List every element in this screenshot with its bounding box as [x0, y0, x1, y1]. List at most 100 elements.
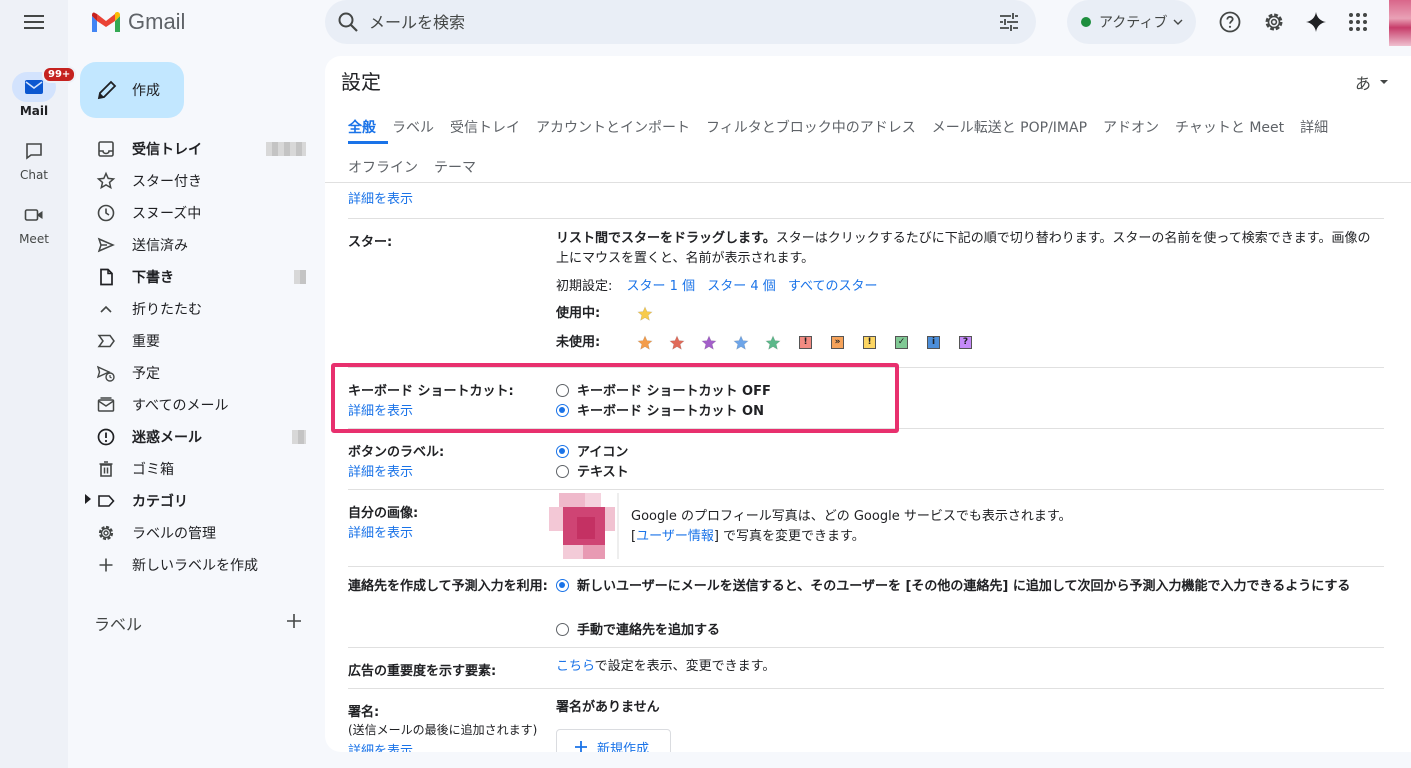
about-me-link[interactable]: ユーザー情報: [636, 529, 714, 544]
preset-all-stars-link[interactable]: すべてのスター: [788, 279, 878, 294]
autocomplete-label: 連絡先を作成して予測入力を利用:: [348, 579, 548, 594]
apps-grid-icon[interactable]: [1346, 10, 1370, 34]
help-icon[interactable]: [1218, 10, 1242, 34]
marker-unused-icon[interactable]: i: [927, 336, 940, 349]
marker-unused-icon[interactable]: ✓: [895, 336, 908, 349]
marker-unused-icon[interactable]: !: [863, 336, 876, 349]
nav-item-collapse[interactable]: 折りたたむ: [80, 293, 320, 325]
autocomplete-auto-option[interactable]: 新しいユーザーにメールを送信すると、そのユーザーを [その他の連絡先] に追加し…: [556, 577, 1382, 597]
radio-shortcuts-off[interactable]: [556, 384, 569, 397]
nav-item-scheduled[interactable]: 予定: [80, 357, 320, 389]
rail-item-meet[interactable]: Meet: [0, 200, 68, 246]
tab-r1-0[interactable]: 全般: [348, 117, 376, 137]
stars-in-use-label: 使用中:: [556, 306, 601, 321]
radio-shortcuts-on[interactable]: [556, 404, 569, 417]
button-labels-icons-option[interactable]: アイコン: [556, 441, 628, 460]
search-icon[interactable]: [337, 11, 359, 33]
ads-text: で設定を表示、変更できます。: [594, 659, 776, 674]
nav-item-important[interactable]: 重要: [80, 325, 320, 357]
search-options-icon[interactable]: [998, 11, 1020, 33]
button-labels-show-details-link[interactable]: 詳細を表示: [348, 461, 413, 480]
nav-item-starred[interactable]: スター付き: [80, 165, 320, 197]
mail-icon: [25, 80, 43, 94]
nav-item-trash[interactable]: ゴミ箱: [80, 453, 320, 485]
gmail-logo[interactable]: Gmail: [90, 9, 185, 35]
signature-show-details-link[interactable]: 詳細を表示: [348, 740, 413, 752]
radio-icons[interactable]: [556, 445, 569, 458]
settings-tabs: 全般 ラベル 受信トレイ アカウントとインポート フィルタとブロック中のアドレス メール転…: [348, 112, 1348, 182]
input-tools-selector[interactable]: あ: [1355, 70, 1389, 94]
active-status-dot: [1081, 17, 1091, 27]
tab-r1-3[interactable]: アカウントとインポート: [536, 117, 690, 137]
tab-r1-8[interactable]: 詳細: [1300, 117, 1328, 137]
expand-caret-icon[interactable]: [84, 494, 92, 504]
star-unused-icon[interactable]: [701, 335, 717, 351]
autocomplete-manual-label: 手動で連絡先を追加する: [577, 623, 721, 638]
radio-text[interactable]: [556, 465, 569, 478]
nav-item-sent[interactable]: 送信済み: [80, 229, 320, 261]
main-menu-icon[interactable]: [22, 12, 46, 32]
prev-show-details-link[interactable]: 詳細を表示: [348, 188, 413, 207]
star-in-use-icon[interactable]: [637, 306, 653, 322]
star-unused-icon[interactable]: [637, 335, 653, 351]
create-new-signature-label: 新規作成: [597, 741, 650, 753]
nav-item-manage-labels[interactable]: ラベルの管理: [80, 517, 320, 549]
profile-picture-pixelated[interactable]: [543, 493, 623, 559]
star-unused-icon[interactable]: [765, 335, 781, 351]
my-picture-show-details-link[interactable]: 詳細を表示: [348, 522, 413, 541]
compose-button[interactable]: 作成: [80, 62, 184, 118]
star-unused-icon[interactable]: [669, 335, 685, 351]
rail-item-chat[interactable]: Chat: [0, 136, 68, 182]
preset-1-star-link[interactable]: スター 1 個: [627, 279, 696, 294]
nav-item-categories[interactable]: カテゴリ: [80, 485, 320, 517]
search-input[interactable]: [369, 12, 969, 32]
signature-sublabel: (送信メールの最後に追加されます): [348, 723, 538, 737]
label-tag-icon: [98, 495, 115, 507]
account-avatar[interactable]: [1389, 0, 1411, 46]
shortcuts-off-label: キーボード ショートカット OFF: [577, 384, 771, 399]
ads-settings-link[interactable]: こちら: [556, 659, 595, 674]
nav-item-spam[interactable]: 迷惑メール: [80, 421, 320, 453]
nav-label: 迷惑メール: [132, 430, 202, 446]
compose-label: 作成: [132, 83, 160, 99]
tab-r1-7[interactable]: チャットと Meet: [1175, 117, 1284, 137]
tab-r1-4[interactable]: フィルタとブロック中のアドレス: [706, 117, 916, 137]
marker-unused-icon[interactable]: !: [799, 336, 812, 349]
divider: [348, 489, 1384, 490]
settings-gear-icon[interactable]: [1262, 10, 1286, 34]
nav-label: スター付き: [132, 174, 202, 190]
marker-unused-icon[interactable]: ?: [959, 336, 972, 349]
gemini-sparkle-icon[interactable]: [1304, 10, 1328, 34]
tab-r1-5[interactable]: メール転送と POP/IMAP: [932, 117, 1087, 137]
star-outline-icon: [96, 171, 116, 190]
nav-item-inbox[interactable]: 受信トレイ: [80, 133, 320, 165]
tab-r1-6[interactable]: アドオン: [1103, 117, 1159, 137]
shortcuts-on-label: キーボード ショートカット ON: [577, 404, 764, 419]
radio-autocomplete-manual[interactable]: [556, 623, 569, 636]
nav-item-snoozed[interactable]: スヌーズ中: [80, 197, 320, 229]
shortcuts-show-details-link[interactable]: 詳細を表示: [348, 400, 413, 419]
tab-r1-1[interactable]: ラベル: [392, 117, 434, 137]
tabs-row-1: 全般 ラベル 受信トレイ アカウントとインポート フィルタとブロック中のアドレス メール転…: [348, 112, 1348, 142]
star-unused-icon[interactable]: [733, 335, 749, 351]
shortcuts-off-option[interactable]: キーボード ショートカット OFF: [556, 380, 771, 399]
nav-item-create-label[interactable]: 新しいラベルを作成: [80, 549, 320, 581]
tab-r2-1[interactable]: テーマ: [434, 157, 476, 177]
shortcuts-on-option[interactable]: キーボード ショートカット ON: [556, 400, 764, 419]
marker-unused-icon[interactable]: »: [831, 336, 844, 349]
preset-4-stars-link[interactable]: スター 4 個: [707, 279, 776, 294]
my-picture-line2: ] で写真を変更できます。: [713, 529, 865, 544]
ads-label: 広告の重要度を示す要素:: [348, 664, 497, 679]
rail-item-mail[interactable]: 99+ Mail: [0, 66, 77, 118]
create-new-signature-button[interactable]: 新規作成: [556, 729, 671, 752]
autocomplete-manual-option[interactable]: 手動で連絡先を追加する: [556, 619, 720, 638]
button-labels-text-option[interactable]: テキスト: [556, 461, 629, 480]
status-selector[interactable]: アクティブ: [1067, 0, 1196, 44]
nav-item-drafts[interactable]: 下書き: [80, 261, 320, 293]
radio-autocomplete-auto[interactable]: [556, 579, 569, 592]
tab-r1-2[interactable]: 受信トレイ: [450, 117, 520, 137]
tab-r2-0[interactable]: オフライン: [348, 157, 418, 177]
gear-icon: [98, 525, 114, 541]
add-label-plus-icon[interactable]: [284, 611, 304, 631]
nav-item-all-mail[interactable]: すべてのメール: [80, 389, 320, 421]
